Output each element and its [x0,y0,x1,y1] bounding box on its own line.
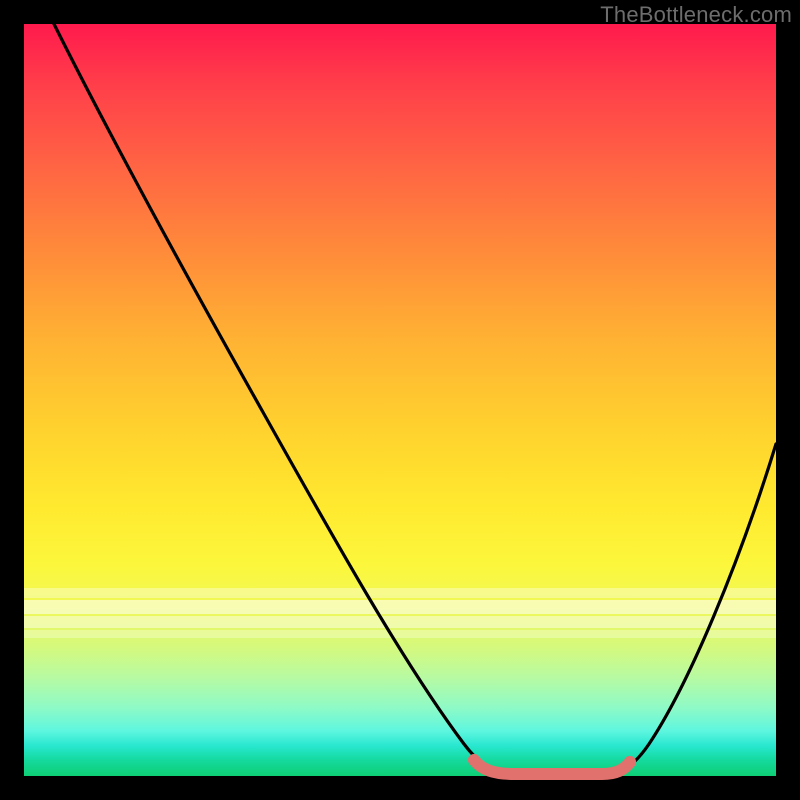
bottleneck-curve [24,24,776,776]
highlight-end-dot-left [468,754,480,766]
highlight-end-dot-right [624,756,636,768]
attribution-text: TheBottleneck.com [600,2,792,28]
highlight-min-segment [474,760,630,774]
chart-frame: TheBottleneck.com [0,0,800,800]
curve-path [54,24,776,772]
chart-plot-area [24,24,776,776]
